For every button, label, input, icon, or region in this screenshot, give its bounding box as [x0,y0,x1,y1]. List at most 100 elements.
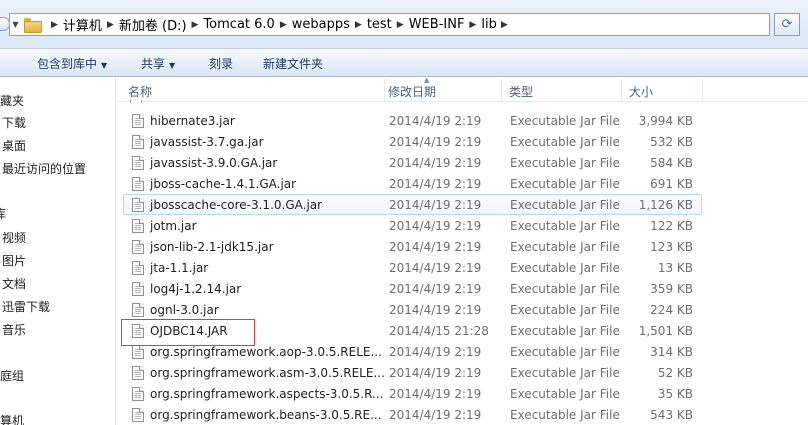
burn-button[interactable]: 刻录 [209,55,233,72]
jar-file-icon [132,387,144,401]
file-type: Executable Jar File [510,408,620,422]
nav-music[interactable]: 音乐 [2,321,26,338]
jar-file-icon [132,219,144,233]
column-divider[interactable] [702,79,703,101]
chevron-right-icon[interactable]: ▶ [192,20,199,30]
column-header-size[interactable]: 大小 [629,83,653,100]
chevron-down-icon: ▼ [169,61,176,70]
file-type: Executable Jar File [510,156,620,170]
file-row[interactable]: log4j-1.2.14.jar 2014/4/19 2:19 Executab… [123,278,702,299]
nav-libraries[interactable]: 库 [0,205,6,222]
file-row[interactable]: javassist-3.9.0.GA.jar 2014/4/19 2:19 Ex… [123,152,702,173]
nav-homegroup[interactable]: 家庭组 [0,367,24,384]
file-type: Executable Jar File [510,177,620,191]
file-row[interactable]: jbosscache-core-3.1.0.GA.jar 2014/4/19 2… [123,194,702,215]
nav-computer[interactable]: 计算机 [0,412,24,425]
new-folder-label: 新建文件夹 [263,57,324,71]
file-name: org.springframework.asm-3.0.5.RELE... [150,366,385,380]
file-size: 584 KB [650,156,693,170]
navigation-pane: 收藏夹 下载 桌面 最近访问的位置 库 视频 图片 文档 迅雷下载 音乐 家庭组… [0,78,116,425]
breadcrumb-computer[interactable]: 计算机 [63,15,102,34]
file-list[interactable]: ▲ 名称 修改日期 类型 大小 hibernate3.jar 2014/4/19… [118,78,808,425]
file-size: 13 KB [657,261,693,275]
nav-favorites[interactable]: 收藏夹 [0,92,24,109]
nav-thunder-downloads[interactable]: 迅雷下载 [2,298,50,315]
chevron-right-icon[interactable]: ▶ [355,20,362,30]
chevron-right-icon[interactable]: ▶ [469,20,476,30]
include-in-library-button[interactable]: 包含到库中 ▼ [37,55,107,72]
file-name: jta-1.1.jar [150,261,209,275]
chevron-down-icon[interactable]: ▼ [10,14,21,35]
breadcrumb-drive[interactable]: 新加卷 (D:) [119,15,187,34]
breadcrumb-webapps[interactable]: webapps [292,17,350,32]
chevron-right-icon[interactable]: ▶ [501,20,508,30]
nav-recent-places[interactable]: 最近访问的位置 [2,160,86,177]
file-name: org.springframework.aop-3.0.5.RELE... [150,345,382,359]
nav-pictures[interactable]: 图片 [2,252,26,269]
file-size: 691 KB [650,177,693,191]
breadcrumb-lib[interactable]: lib [481,17,496,32]
file-size: 314 KB [650,345,693,359]
file-row[interactable]: jotm.jar 2014/4/19 2:19 Executable Jar F… [123,215,702,236]
nav-documents[interactable]: 文档 [2,275,26,292]
file-row[interactable]: javassist-3.7.ga.jar 2014/4/19 2:19 Exec… [123,131,702,152]
file-size: 532 KB [650,135,693,149]
file-row[interactable]: org.springframework.aspects-3.0.5.R... 2… [123,383,702,404]
file-row[interactable]: org.springframework.beans-3.0.5.RE... 20… [123,404,702,425]
file-name: log4j-1.2.14.jar [150,282,242,296]
file-size: 3,994 KB [638,114,693,128]
chevron-right-icon[interactable]: ▶ [397,20,404,30]
breadcrumb-test[interactable]: test [367,17,392,32]
file-modified-date: 2014/4/19 2:19 [389,156,482,170]
file-type: Executable Jar File [510,198,620,212]
chevron-right-icon[interactable]: ▶ [280,20,287,30]
column-header-type[interactable]: 类型 [509,83,533,100]
chevron-right-icon[interactable]: ▶ [51,20,58,30]
column-header-name[interactable]: 名称 [128,83,152,100]
highlight-annotation-box [121,319,255,346]
nav-downloads[interactable]: 下载 [2,114,26,131]
file-modified-date: 2014/4/19 2:19 [389,408,482,422]
file-size: 1,501 KB [638,324,693,338]
file-name: jotm.jar [150,219,197,233]
file-type: Executable Jar File [510,219,620,233]
file-type: Executable Jar File [510,345,620,359]
include-in-library-label: 包含到库中 [37,57,98,71]
column-divider[interactable] [384,79,385,101]
address-bar-row: ▼ ▶ 计算机 ▶ 新加卷 (D:) ▶ Tomcat 6.0 ▶ webapp… [0,0,808,48]
breadcrumb-tomcat[interactable]: Tomcat 6.0 [203,17,274,32]
folder-icon [24,18,42,33]
file-type: Executable Jar File [510,303,620,317]
new-folder-button[interactable]: 新建文件夹 [263,55,323,72]
chevron-right-icon[interactable]: ▶ [107,20,114,30]
file-name: ognl-3.0.jar [150,303,219,317]
nav-desktop[interactable]: 桌面 [2,137,26,154]
file-name: jboss-cache-1.4.1.GA.jar [150,177,297,191]
file-row[interactable]: jta-1.1.jar 2014/4/19 2:19 Executable Ja… [123,257,702,278]
jar-file-icon [132,198,144,212]
file-row[interactable]: ognl-3.0.jar 2014/4/19 2:19 Executable J… [123,299,702,320]
file-row[interactable]: hibernate3.jar 2014/4/19 2:19 Executable… [123,110,702,131]
jar-file-icon [132,240,144,254]
file-size: 123 KB [650,240,693,254]
file-modified-date: 2014/4/19 2:19 [389,114,482,128]
refresh-button[interactable]: ⟳ [774,13,800,36]
column-divider[interactable] [501,79,502,101]
nav-videos[interactable]: 视频 [2,229,26,246]
file-size: 52 KB [657,366,693,380]
column-header-row: ▲ 名称 修改日期 类型 大小 [118,78,808,102]
command-bar: 包含到库中 ▼ 共享 ▼ 刻录 新建文件夹 [0,48,808,77]
file-row[interactable]: json-lib-2.1-jdk15.jar 2014/4/19 2:19 Ex… [123,236,702,257]
address-bar[interactable]: ▼ ▶ 计算机 ▶ 新加卷 (D:) ▶ Tomcat 6.0 ▶ webapp… [9,13,770,36]
file-modified-date: 2014/4/19 2:19 [389,387,482,401]
column-divider[interactable] [621,79,622,101]
breadcrumb-web-inf[interactable]: WEB-INF [409,17,465,32]
file-name: json-lib-2.1-jdk15.jar [150,240,274,254]
column-header-modified[interactable]: 修改日期 [388,83,436,100]
jar-file-icon [132,114,144,128]
file-row[interactable]: org.springframework.asm-3.0.5.RELE... 20… [123,362,702,383]
jar-file-icon [132,156,144,170]
share-button[interactable]: 共享 ▼ [141,55,175,72]
file-row[interactable]: jboss-cache-1.4.1.GA.jar 2014/4/19 2:19 … [123,173,702,194]
file-name: javassist-3.7.ga.jar [150,135,264,149]
